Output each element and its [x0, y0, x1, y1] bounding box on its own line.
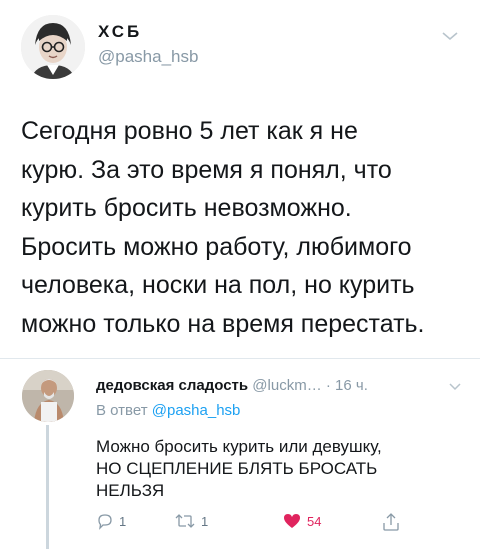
- chevron-down-icon[interactable]: [441, 30, 459, 42]
- user-handle[interactable]: @pasha_hsb: [98, 47, 198, 67]
- reply-header: дедовская сладость @luckm… · 16 ч.: [96, 377, 368, 394]
- chevron-down-icon[interactable]: [448, 382, 462, 392]
- like-count: 54: [307, 513, 322, 529]
- share-button[interactable]: [382, 512, 400, 532]
- heart-icon: [284, 514, 300, 528]
- reply-text: Можно бросить курить или девушку, НО СЦЕ…: [96, 437, 382, 500]
- retweet-count: 1: [201, 513, 209, 529]
- reply-meta[interactable]: @luckm… · 16 ч.: [252, 377, 368, 394]
- reply-count: 1: [119, 513, 127, 529]
- divider: [0, 358, 480, 359]
- tweet-text: Сегодня ровно 5 лет как я не курю. За эт…: [21, 117, 425, 338]
- reply-display-name[interactable]: дедовская сладость: [96, 377, 248, 394]
- reply-button[interactable]: 1: [96, 512, 126, 530]
- thread-line: [46, 425, 49, 549]
- avatar[interactable]: [21, 15, 85, 79]
- reply-icon: [98, 514, 112, 530]
- replying-to-handle[interactable]: @pasha_hsb: [152, 402, 241, 419]
- display-name[interactable]: ХСБ: [98, 22, 142, 42]
- retweet-icon: [175, 514, 195, 528]
- reply-avatar[interactable]: [22, 370, 74, 422]
- action-bar: 1 1 54: [96, 512, 476, 536]
- replying-to-label: В ответ: [96, 402, 148, 419]
- share-icon: [383, 513, 399, 531]
- replying-to: В ответ @pasha_hsb: [96, 402, 240, 419]
- like-button[interactable]: 54: [282, 512, 321, 530]
- retweet-button[interactable]: 1: [174, 512, 208, 530]
